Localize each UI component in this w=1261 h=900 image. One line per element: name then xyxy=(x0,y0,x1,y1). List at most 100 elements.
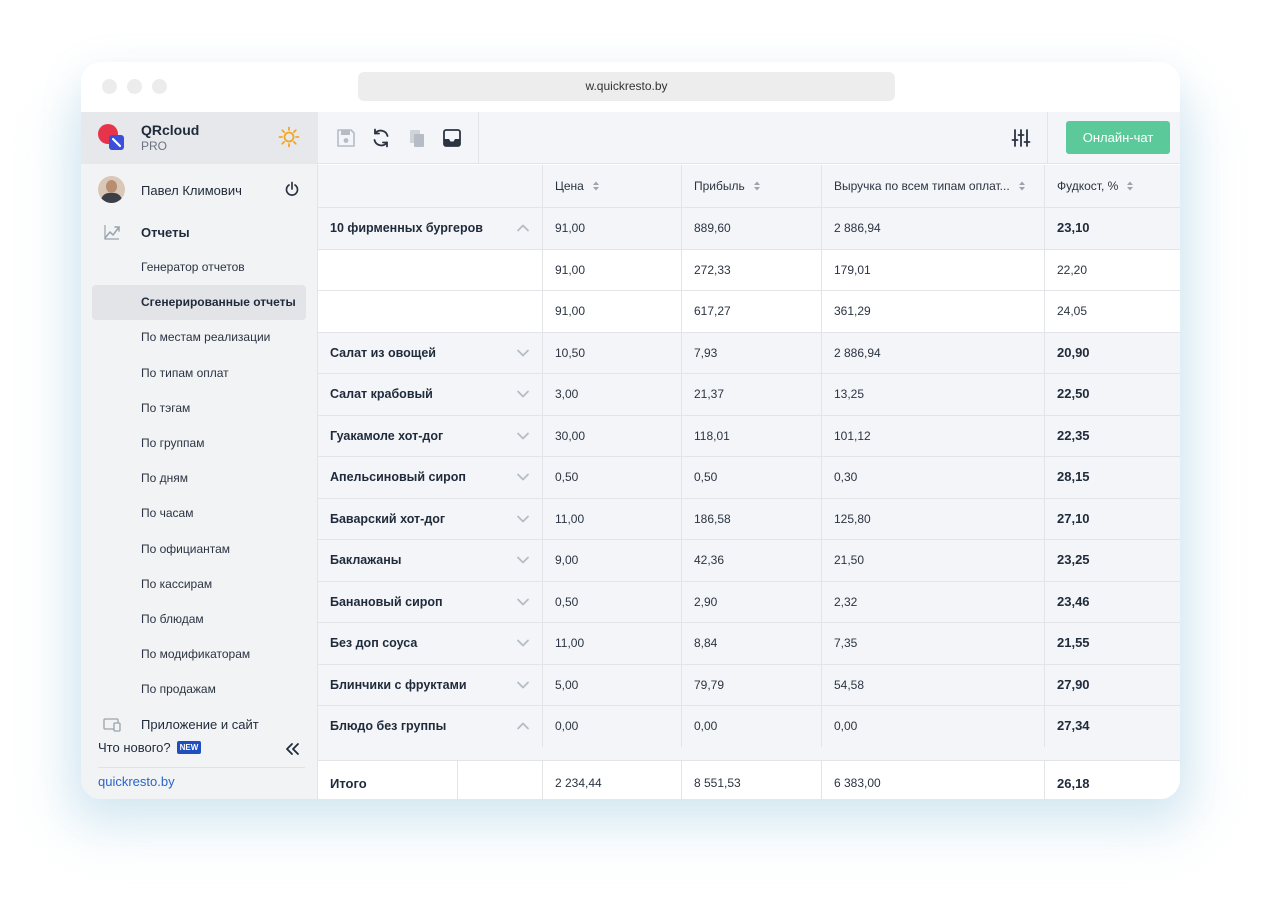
cell-revenue: 2 886,94 xyxy=(822,208,1045,249)
menu-item-by-payment-types[interactable]: По типам оплат xyxy=(81,356,318,391)
menu-item-report-generator[interactable]: Генератор отчетов xyxy=(81,250,318,285)
menu-item-by-waiters[interactable]: По официантам xyxy=(81,532,318,567)
chevron-up-icon[interactable] xyxy=(516,222,530,234)
table-row-group[interactable]: Гуакамоле хот-дог 30,00 118,01 101,12 22,35 xyxy=(318,415,1180,457)
brand-header: QRcloud PRO xyxy=(81,112,318,164)
window-close-dot[interactable] xyxy=(102,79,117,94)
menu-item-by-places[interactable]: По местам реализации xyxy=(81,320,318,355)
cell-name: Салат из овощей xyxy=(318,332,543,374)
menu-item-by-cashiers[interactable]: По кассирам xyxy=(81,567,318,602)
cell-profit: 42,36 xyxy=(682,540,822,581)
sort-icon xyxy=(1127,181,1134,191)
cell-foodcost: 27,90 xyxy=(1057,676,1090,692)
menu-item-by-days[interactable]: По дням xyxy=(81,461,318,496)
chevron-down-icon[interactable] xyxy=(516,637,530,649)
table-row-group[interactable]: Салат крабовый 3,00 21,37 13,25 22,50 xyxy=(318,374,1180,416)
nav-section-reports[interactable]: Отчеты xyxy=(81,212,318,252)
cell-foodcost: 23,25 xyxy=(1057,552,1090,567)
cell-price: 91,00 xyxy=(543,249,682,291)
window-maximize-dot[interactable] xyxy=(152,79,167,94)
cell-foodcost: 23,10 xyxy=(1057,220,1090,235)
table-row-group[interactable]: Блюдо без группы 0,00 0,00 0,00 27,34 xyxy=(318,706,1180,748)
cell-revenue: 2,32 xyxy=(822,581,1045,623)
cell-price: 0,50 xyxy=(543,457,682,498)
cell-name: 10 фирменных бургеров xyxy=(318,208,543,249)
chevron-up-icon[interactable] xyxy=(516,720,530,732)
refresh-icon[interactable] xyxy=(370,127,392,149)
nav-app-and-site[interactable]: Приложение и сайт xyxy=(81,710,318,740)
whats-new-label: Что нового? xyxy=(98,740,171,755)
chevron-down-icon[interactable] xyxy=(516,679,530,691)
app-and-site-label: Приложение и сайт xyxy=(141,717,259,732)
collapse-sidebar-icon[interactable] xyxy=(284,742,300,756)
cell-revenue: 0,00 xyxy=(822,706,1045,747)
online-chat-button[interactable]: Онлайн-чат xyxy=(1066,121,1170,154)
settings-sliders-icon[interactable] xyxy=(1010,127,1032,149)
cell-name xyxy=(318,291,543,332)
table-row-group[interactable]: 10 фирменных бургеров 91,00 889,60 2 886,94… xyxy=(318,208,1180,250)
toolbar-divider-right xyxy=(1047,112,1048,164)
inbox-icon[interactable] xyxy=(441,127,463,149)
chevron-down-icon[interactable] xyxy=(516,554,530,566)
table-row-group[interactable]: Баклажаны 9,00 42,36 21,50 23,25 xyxy=(318,540,1180,582)
address-bar[interactable]: w.quickresto.by xyxy=(358,72,895,101)
brand-tier: PRO xyxy=(141,139,168,153)
menu-item-by-tags[interactable]: По тэгам xyxy=(81,391,318,426)
window-minimize-dot[interactable] xyxy=(127,79,142,94)
table-row-group[interactable]: Банановый сироп 0,50 2,90 2,32 23,46 xyxy=(318,581,1180,623)
cell-foodcost: 21,55 xyxy=(1057,635,1090,650)
save-icon[interactable] xyxy=(335,127,357,149)
total-spacer xyxy=(458,761,543,799)
total-row: Итого 2 234,44 8 551,53 6 383,00 26,18 xyxy=(318,760,1180,799)
table-row-group[interactable]: Салат из овощей 10,50 7,93 2 886,94 20,90 xyxy=(318,332,1180,374)
table-row-group[interactable]: Блинчики с фруктами 5,00 79,79 54,58 27,90 xyxy=(318,664,1180,706)
cell-revenue: 125,80 xyxy=(822,498,1045,540)
chevron-down-icon[interactable] xyxy=(516,388,530,400)
toolbar: Онлайн-чат xyxy=(318,112,1180,164)
menu-item-by-hours[interactable]: По часам xyxy=(81,496,318,531)
cell-foodcost: 22,50 xyxy=(1057,386,1090,401)
chevron-down-icon[interactable] xyxy=(516,430,530,442)
total-revenue: 6 383,00 xyxy=(822,761,1045,799)
cell-revenue: 0,30 xyxy=(822,457,1045,498)
column-header-profit[interactable]: Прибыль xyxy=(682,165,822,208)
cell-price: 3,00 xyxy=(543,374,682,415)
table-row-group[interactable]: Баварский хот-дог 11,00 186,58 125,80 27,10 xyxy=(318,498,1180,540)
menu-item-by-modifiers[interactable]: По модификаторам xyxy=(81,637,318,672)
cell-name: Блинчики с фруктами xyxy=(318,664,543,706)
avatar[interactable] xyxy=(98,176,125,203)
menu-item-by-groups[interactable]: По группам xyxy=(81,426,318,461)
cell-profit: 118,01 xyxy=(682,415,822,457)
nav-section-label: Отчеты xyxy=(141,225,190,240)
user-name: Павел Климович xyxy=(141,183,242,198)
browser-window: w.quickresto.by QRcloud PRO Павел Климов… xyxy=(81,62,1180,799)
menu-item-generated-reports[interactable]: Сгенерированные отчеты xyxy=(92,285,306,321)
cell-price: 5,00 xyxy=(543,664,682,706)
logout-power-icon[interactable] xyxy=(284,181,300,197)
chevron-down-icon[interactable] xyxy=(516,513,530,525)
table-gap xyxy=(318,747,1180,760)
cell-foodcost: 23,46 xyxy=(1057,593,1090,609)
chevron-down-icon[interactable] xyxy=(516,596,530,608)
cell-name xyxy=(318,249,543,291)
cell-name: Без доп соуса xyxy=(318,623,543,664)
cell-price: 91,00 xyxy=(543,208,682,249)
table-row-group[interactable]: Без доп соуса 11,00 8,84 7,35 21,55 xyxy=(318,623,1180,665)
column-header-price[interactable]: Цена xyxy=(543,165,682,208)
cell-profit: 889,60 xyxy=(682,208,822,249)
menu-item-by-dishes[interactable]: По блюдам xyxy=(81,602,318,637)
copy-icon[interactable] xyxy=(406,127,428,149)
site-link[interactable]: quickresto.by xyxy=(98,774,175,789)
cell-revenue: 101,12 xyxy=(822,415,1045,457)
chevron-down-icon[interactable] xyxy=(516,471,530,483)
theme-sun-icon[interactable] xyxy=(278,126,300,148)
column-header-revenue[interactable]: Выручка по всем типам оплат... xyxy=(822,165,1045,208)
chevron-down-icon[interactable] xyxy=(516,347,530,359)
qrcloud-logo-icon xyxy=(98,124,124,150)
table-row-group[interactable]: Апельсиновый сироп 0,50 0,50 0,30 28,15 xyxy=(318,457,1180,499)
cell-price: 91,00 xyxy=(543,291,682,332)
whats-new-link[interactable]: Что нового? NEW xyxy=(98,740,202,755)
column-header-foodcost[interactable]: Фудкост, % xyxy=(1045,165,1180,208)
menu-item-by-sales[interactable]: По продажам xyxy=(81,672,318,707)
total-price: 2 234,44 xyxy=(543,761,682,799)
